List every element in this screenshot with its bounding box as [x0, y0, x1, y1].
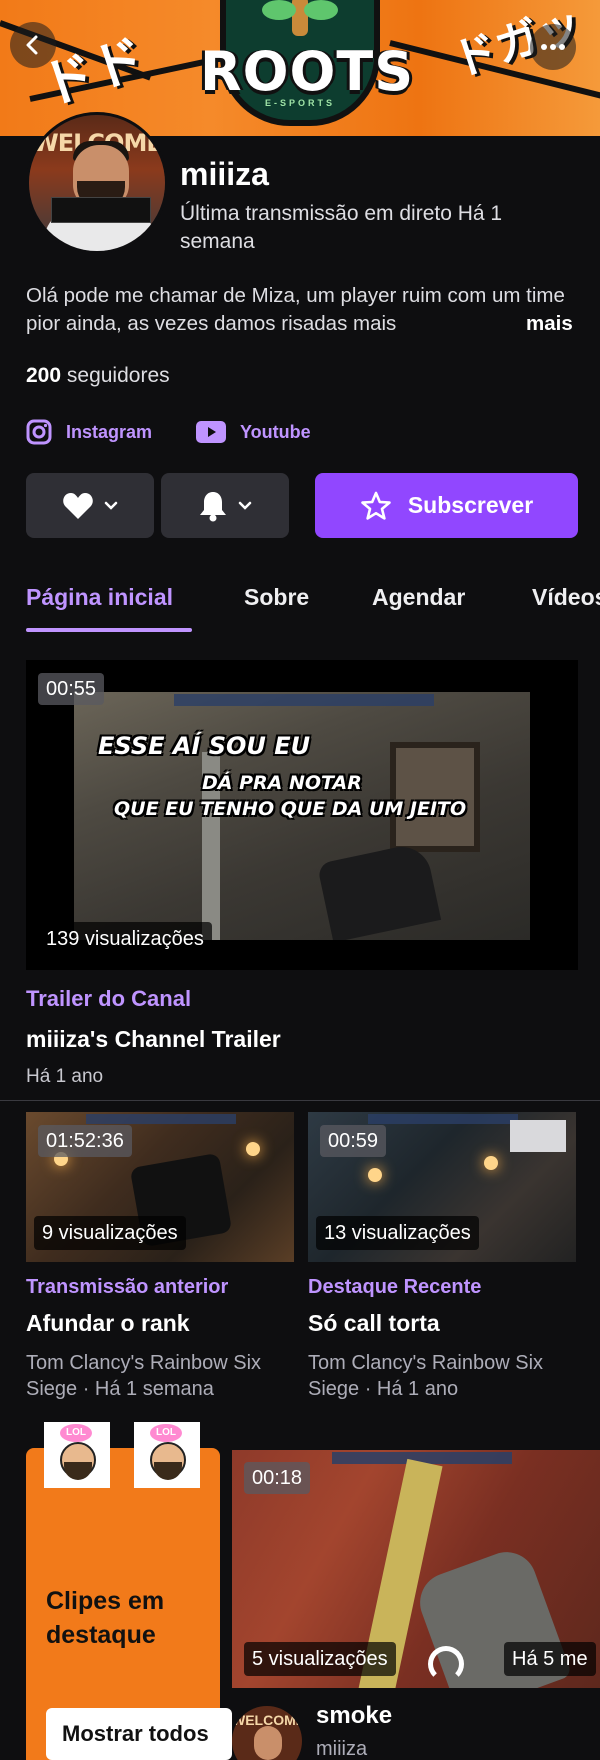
last-live-status: Última transmissão em direto Há 1 semana: [180, 202, 503, 253]
webcam-overlay: [510, 1120, 566, 1152]
video-views-badge: 9 visualizações: [34, 1216, 186, 1250]
clip-title[interactable]: smoke: [316, 1702, 392, 1730]
show-all-clips-button[interactable]: Mostrar todos: [46, 1708, 232, 1760]
clip-views-badge: 5 visualizações: [244, 1642, 396, 1676]
video-meta: Tom Clancy's Rainbow Six Siege · Há 1 an…: [308, 1352, 544, 1400]
clip-channel-avatar[interactable]: WELCOME: [232, 1706, 302, 1760]
trailer-overlay-text: ESSE AÍ SOU EU: [98, 732, 311, 760]
youtube-icon: [196, 421, 226, 443]
game-hud: [368, 1114, 518, 1124]
bell-icon: [200, 491, 226, 521]
video-title[interactable]: Afundar o rank: [26, 1310, 190, 1337]
lol-emote-label: LOL: [60, 1424, 92, 1442]
more-horizontal-icon: [541, 44, 565, 50]
video-duration-badge: 00:59: [320, 1125, 387, 1157]
channel-avatar[interactable]: WELCOME: [26, 112, 168, 254]
subscribe-button[interactable]: Subscrever: [315, 473, 578, 538]
featured-clips-heading: Clipes em destaque: [46, 1587, 165, 1649]
trailer-title[interactable]: miiiza's Channel Trailer: [26, 1026, 281, 1053]
avatar-face: [254, 1726, 282, 1760]
youtube-link[interactable]: Youtube: [196, 414, 311, 450]
clip-channel-name[interactable]: miiiza: [316, 1738, 367, 1760]
instagram-link[interactable]: Instagram: [26, 414, 152, 450]
tab-videos[interactable]: Vídeos: [532, 584, 600, 611]
star-icon: [361, 491, 391, 520]
followers-count: 200 seguidores: [26, 364, 170, 388]
loading-ring-icon: [428, 1646, 464, 1682]
video-title[interactable]: Só call torta: [308, 1310, 440, 1337]
logo-leaf: [304, 0, 338, 20]
logo-text: ROOTS: [200, 40, 415, 103]
trailer-overlay-text: DÁ PRA NOTAR: [202, 772, 362, 794]
video-meta: Tom Clancy's Rainbow Six Siege · Há 1 se…: [26, 1352, 262, 1400]
game-hud: [174, 694, 434, 706]
section-divider: [0, 1100, 600, 1101]
scene-lamp: [246, 1142, 260, 1156]
trailer-category[interactable]: Trailer do Canal: [26, 986, 191, 1012]
trailer-views-badge: 139 visualizações: [38, 922, 212, 956]
video-category[interactable]: Destaque Recente: [308, 1276, 481, 1299]
video-duration-badge: 01:52:36: [38, 1125, 132, 1157]
followers-label: seguidores: [66, 364, 170, 387]
game-hud: [86, 1114, 236, 1124]
instagram-icon: [26, 419, 52, 445]
clip-age-badge: Há 5 me: [504, 1642, 596, 1676]
trailer-frame: ESSE AÍ SOU EU DÁ PRA NOTAR QUE EU TENHO…: [74, 692, 530, 940]
more-options-button[interactable]: [530, 24, 576, 70]
bio-more-link[interactable]: mais: [500, 310, 573, 338]
channel-name: miiiza: [180, 156, 269, 192]
scene-weapon: [316, 841, 442, 940]
logo-subtext: E-SPORTS: [264, 98, 335, 108]
chevron-down-icon: [104, 501, 118, 510]
tab-about[interactable]: Sobre: [244, 584, 309, 611]
notifications-button[interactable]: [161, 473, 289, 538]
video-views-badge: 13 visualizações: [316, 1216, 479, 1250]
roots-logo: ROOTS E-SPORTS: [200, 0, 415, 130]
lol-emote-sticker: LOL: [44, 1422, 110, 1488]
trailer-overlay-text: QUE EU TENHO QUE DA UM JEITO: [114, 798, 467, 820]
follow-button[interactable]: [26, 473, 154, 538]
scene-door: [390, 742, 480, 852]
clip-duration-badge: 00:18: [244, 1462, 311, 1494]
scene-lamp: [368, 1168, 382, 1182]
active-tab-indicator: [26, 628, 192, 632]
logo-leaf: [262, 0, 296, 20]
trailer-duration-badge: 00:55: [38, 673, 105, 705]
lol-emote-sticker: LOL: [134, 1422, 200, 1488]
subscribe-label: Subscrever: [407, 492, 534, 518]
heart-icon: [63, 492, 93, 519]
back-button[interactable]: [10, 22, 56, 68]
chevron-left-icon: [26, 35, 38, 55]
channel-bio: Olá pode me chamar de Miza, um player ru…: [26, 284, 565, 335]
scene-lamp: [484, 1156, 498, 1170]
video-category[interactable]: Transmissão anterior: [26, 1276, 228, 1299]
tab-schedule[interactable]: Agendar: [372, 584, 465, 611]
tab-home[interactable]: Página inicial: [26, 584, 173, 611]
youtube-label: Youtube: [240, 421, 311, 442]
followers-number: 200: [26, 364, 62, 387]
chevron-down-icon: [238, 501, 252, 510]
emote-beard: [154, 1462, 182, 1480]
emote-beard: [64, 1462, 92, 1480]
trailer-date: Há 1 ano: [26, 1066, 104, 1087]
avatar-badge: [51, 197, 151, 223]
instagram-label: Instagram: [66, 421, 153, 442]
lol-emote-label: LOL: [150, 1424, 182, 1442]
